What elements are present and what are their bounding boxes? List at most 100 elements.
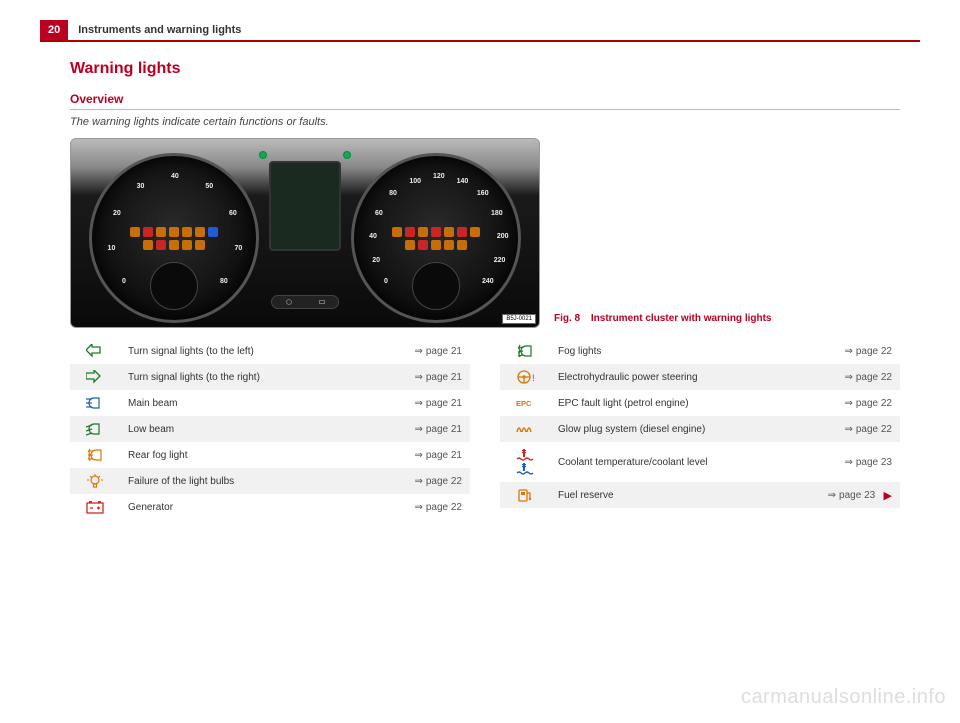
page-content: Warning lights Overview The warning ligh…	[0, 42, 960, 520]
warning-light-columns: Turn signal lights (to the left)page 21T…	[70, 338, 900, 520]
page-reference: page 21	[395, 390, 470, 416]
sub-heading: Overview	[70, 92, 900, 110]
dial-number: 70	[234, 245, 242, 252]
dial-number: 30	[137, 183, 145, 190]
page-reference: page 22	[395, 494, 470, 520]
section-heading: Warning lights	[70, 60, 900, 78]
dial-number: 40	[369, 233, 377, 240]
dial-number: 220	[494, 257, 506, 264]
tachometer-dial: 0 10 20 30 40 50 60 70 80	[89, 153, 259, 323]
warning-label: Low beam	[120, 416, 395, 442]
continue-arrow-icon: ▶	[884, 490, 892, 502]
dial-number: 50	[205, 183, 213, 190]
turn-right-icon	[70, 364, 120, 390]
battery-icon	[70, 494, 120, 520]
page-reference: page 22	[820, 416, 900, 442]
right-column: Fog lightspage 22Electrohydraulic power …	[500, 338, 900, 520]
table-row: Turn signal lights (to the left)page 21	[70, 338, 470, 364]
dial-number: 60	[375, 210, 383, 217]
intro-text: The warning lights indicate certain func…	[70, 116, 900, 128]
page-reference: page 22	[820, 390, 900, 416]
page-reference: page 22	[820, 338, 900, 364]
table-row: Main beampage 21	[70, 390, 470, 416]
dial-number: 100	[409, 178, 421, 185]
low-beam-icon	[70, 416, 120, 442]
page-reference: page 23 ▶	[820, 482, 900, 508]
indicator-led	[343, 151, 351, 159]
center-display	[269, 161, 341, 251]
page-reference: page 22	[820, 364, 900, 390]
table-row: Generatorpage 22	[70, 494, 470, 520]
table-row: Fuel reservepage 23 ▶	[500, 482, 900, 508]
page-reference: page 21	[395, 338, 470, 364]
bulb-fail-icon	[70, 468, 120, 494]
epc-icon	[500, 390, 550, 416]
dial-number: 10	[108, 245, 116, 252]
dial-number: 40	[171, 173, 179, 180]
dial-number: 160	[477, 190, 489, 197]
dial-number: 140	[457, 178, 469, 185]
warning-label: Turn signal lights (to the left)	[120, 338, 395, 364]
rear-fog-icon	[70, 442, 120, 468]
figure-caption-text: Instrument cluster with warning lights	[591, 313, 772, 324]
coolant-icon	[500, 442, 550, 482]
warning-label: Electrohydraulic power steering	[550, 364, 820, 390]
warning-label: Generator	[120, 494, 395, 520]
table-row: Low beampage 21	[70, 416, 470, 442]
page-reference: page 21	[395, 416, 470, 442]
table-row: EPC fault light (petrol engine)page 22	[500, 390, 900, 416]
bottom-button-strip	[271, 295, 339, 309]
table-row: Fog lightspage 22	[500, 338, 900, 364]
dial-warning-icons	[387, 205, 485, 271]
dial-warning-icons	[125, 205, 223, 271]
dial-number: 20	[113, 210, 121, 217]
fog-icon	[500, 338, 550, 364]
warning-table-right: Fog lightspage 22Electrohydraulic power …	[500, 338, 900, 508]
warning-label: Failure of the light bulbs	[120, 468, 395, 494]
warning-label: Main beam	[120, 390, 395, 416]
fuel-subdial	[150, 262, 198, 310]
dial-number: 180	[491, 210, 503, 217]
page-reference: page 21	[395, 364, 470, 390]
table-row: Coolant temperature/coolant levelpage 23	[500, 442, 900, 482]
warning-label: Glow plug system (diesel engine)	[550, 416, 820, 442]
dial-number: 0	[384, 278, 388, 285]
page-header: 20 Instruments and warning lights	[40, 20, 920, 42]
table-row: Electrohydraulic power steeringpage 22	[500, 364, 900, 390]
turn-left-icon	[70, 338, 120, 364]
page-reference: page 22	[395, 468, 470, 494]
glow-plug-icon	[500, 416, 550, 442]
figure-number: Fig. 8	[554, 313, 580, 324]
dial-number: 120	[433, 173, 445, 180]
warning-label: EPC fault light (petrol engine)	[550, 390, 820, 416]
temp-subdial	[412, 262, 460, 310]
dial-number: 240	[482, 278, 494, 285]
dial-number: 0	[122, 278, 126, 285]
chapter-title: Instruments and warning lights	[68, 20, 251, 40]
main-beam-icon	[70, 390, 120, 416]
page-reference: page 23	[820, 442, 900, 482]
figure-row: 0 10 20 30 40 50 60 70 80 0 20 40 60 80 100 120 140 160 1…	[70, 138, 900, 328]
watermark: carmanualsonline.info	[741, 686, 946, 709]
warning-label: Fuel reserve	[550, 482, 820, 508]
fuel-icon	[500, 482, 550, 508]
dial-number: 200	[497, 233, 509, 240]
dial-number: 20	[372, 257, 380, 264]
warning-label: Coolant temperature/coolant level	[550, 442, 820, 482]
page-number: 20	[40, 20, 68, 40]
figure-caption: Fig. 8 Instrument cluster with warning l…	[554, 313, 771, 328]
table-row: Rear fog lightpage 21	[70, 442, 470, 468]
warning-label: Turn signal lights (to the right)	[120, 364, 395, 390]
warning-label: Fog lights	[550, 338, 820, 364]
page-reference: page 21	[395, 442, 470, 468]
dial-number: 80	[220, 278, 228, 285]
warning-table-left: Turn signal lights (to the left)page 21T…	[70, 338, 470, 520]
dial-number: 80	[389, 190, 397, 197]
figure-internal-label: B5J-0021	[502, 314, 536, 324]
speedometer-dial: 0 20 40 60 80 100 120 140 160 180 200 220 240	[351, 153, 521, 323]
dial-number: 60	[229, 210, 237, 217]
instrument-cluster-figure: 0 10 20 30 40 50 60 70 80 0 20 40 60 80 100 120 140 160 1…	[70, 138, 540, 328]
left-column: Turn signal lights (to the left)page 21T…	[70, 338, 470, 520]
indicator-led	[259, 151, 267, 159]
table-row: Glow plug system (diesel engine)page 22	[500, 416, 900, 442]
